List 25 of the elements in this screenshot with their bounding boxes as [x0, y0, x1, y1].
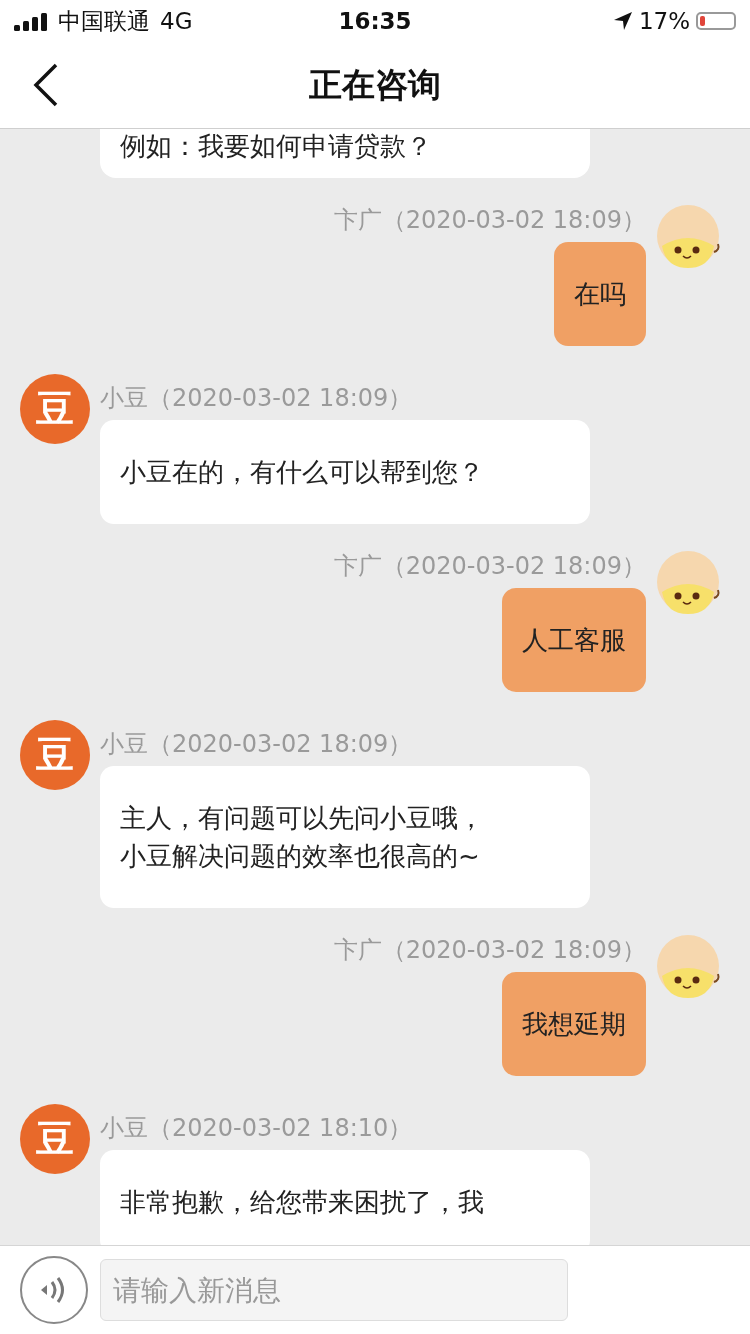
message-bubble: 例如：我要如何申请贷款？ [100, 129, 590, 178]
battery-icon [696, 12, 736, 30]
signal-icon [14, 11, 48, 31]
sender-name-time: 小豆（2020-03-02 18:09） [100, 383, 413, 414]
bot-avatar: 豆 [20, 374, 90, 444]
battery-percent: 17% [638, 8, 690, 34]
message-bubble: 小豆在的，有什么可以帮到您？ [100, 420, 590, 524]
sender-name-time: 小豆（2020-03-02 18:09） [100, 729, 413, 760]
bot-avatar: 豆 [20, 1104, 90, 1174]
carrier-name: 中国联通 [58, 6, 150, 36]
sender-name-time: 卞广（2020-03-02 18:09） [333, 205, 646, 236]
sender-name-time: 卞广（2020-03-02 18:09） [333, 935, 646, 966]
sender-name-time: 小豆（2020-03-02 18:10） [100, 1113, 413, 1144]
clock-time: 16:35 [338, 8, 412, 34]
message-bubble: 在吗 [554, 242, 646, 346]
message-input-field[interactable]: 请输入新消息 [100, 1259, 568, 1321]
location-arrow-icon [612, 11, 633, 31]
message-bubble: 我想延期 [502, 972, 646, 1076]
bot-avatar: 豆 [20, 720, 90, 790]
page-title: 正在咨询 [309, 63, 441, 106]
message-bubble: 非常抱歉，给您带来困扰了，我 [100, 1150, 590, 1245]
message-bubble: 人工客服 [502, 588, 646, 692]
network-type: 4G [160, 8, 193, 34]
message-bubble: 主人，有问题可以先问小豆哦， 小豆解决问题的效率也很高的~ [100, 766, 590, 908]
sender-name-time: 卞广（2020-03-02 18:09） [333, 551, 646, 582]
